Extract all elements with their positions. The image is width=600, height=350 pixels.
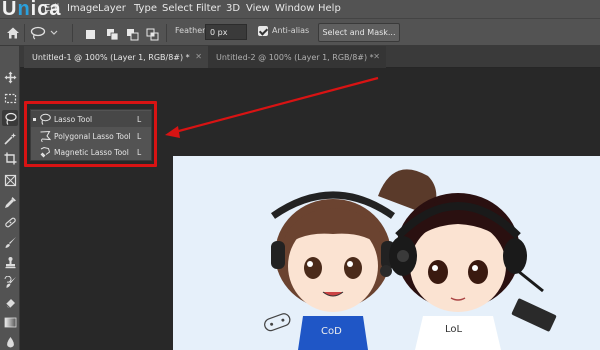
shirt-left-text: CoD (321, 326, 342, 337)
illustration: CoD LoL (264, 169, 557, 350)
gradient-icon[interactable] (2, 314, 18, 330)
annotation-highlight-box (24, 101, 157, 167)
menu-select[interactable]: Select (162, 3, 193, 14)
tools-panel (0, 46, 20, 350)
document-canvas[interactable]: CoD LoL (173, 156, 600, 350)
intersect-selection-icon[interactable] (146, 26, 159, 41)
antialias-checkbox[interactable] (258, 26, 268, 36)
lasso-icon[interactable] (2, 110, 18, 126)
watermark-logo: Unica (2, 0, 62, 20)
healing-brush-icon[interactable] (2, 214, 18, 230)
tab-untitled-1[interactable]: Untitled-1 @ 100% (Layer 1, RGB/8#) * ✕ (24, 46, 208, 68)
antialias-label: Anti-alias (272, 26, 310, 35)
magic-wand-icon[interactable] (2, 130, 18, 146)
menu-image[interactable]: Image (67, 3, 98, 14)
divider (72, 24, 73, 42)
frame-icon[interactable] (2, 172, 18, 188)
menu-view[interactable]: View (246, 3, 270, 14)
divider (24, 24, 25, 42)
home-icon[interactable] (6, 25, 20, 39)
blur-icon[interactable] (2, 334, 18, 350)
options-bar: Feather: Anti-alias Select and Mask... (0, 18, 600, 46)
document-tabs: Untitled-1 @ 100% (Layer 1, RGB/8#) * ✕ … (20, 46, 600, 68)
feather-label: Feather: (175, 26, 208, 35)
lasso-icon (30, 26, 46, 40)
select-and-mask-button[interactable]: Select and Mask... (318, 23, 400, 42)
new-selection-icon[interactable] (84, 26, 97, 39)
close-icon[interactable]: ✕ (195, 52, 202, 61)
menu-help[interactable]: Help (318, 3, 341, 14)
menu-window[interactable]: Window (275, 3, 314, 14)
move-icon[interactable] (2, 69, 18, 85)
tab-untitled-2[interactable]: Untitled-2 @ 100% (Layer 1, RGB/8#) * ✕ (208, 46, 386, 68)
tool-preset-picker[interactable] (30, 23, 62, 43)
menu-type[interactable]: Type (134, 3, 157, 14)
menu-bar: Unica Edi Image Layer Type Select Filter… (0, 0, 600, 20)
chevron-down-icon (50, 30, 58, 35)
eraser-icon[interactable] (2, 294, 18, 310)
clone-stamp-icon[interactable] (2, 254, 18, 270)
menu-layer[interactable]: Layer (98, 3, 126, 14)
crop-icon[interactable] (2, 150, 18, 166)
brush-icon[interactable] (2, 234, 18, 250)
add-to-selection-icon[interactable] (106, 26, 119, 41)
close-icon[interactable]: ✕ (373, 52, 380, 61)
menu-3d[interactable]: 3D (226, 3, 240, 14)
history-brush-icon[interactable] (2, 274, 18, 290)
shirt-right-text: LoL (445, 324, 463, 335)
menu-filter[interactable]: Filter (196, 3, 221, 14)
divider (166, 24, 167, 42)
feather-input[interactable] (205, 24, 247, 40)
tab-label: Untitled-2 @ 100% (Layer 1, RGB/8#) * (216, 52, 374, 62)
eyedropper-icon[interactable] (2, 194, 18, 210)
subtract-from-selection-icon[interactable] (126, 26, 139, 41)
tab-label: Untitled-1 @ 100% (Layer 1, RGB/8#) * (32, 52, 190, 62)
marquee-icon[interactable] (2, 90, 18, 106)
